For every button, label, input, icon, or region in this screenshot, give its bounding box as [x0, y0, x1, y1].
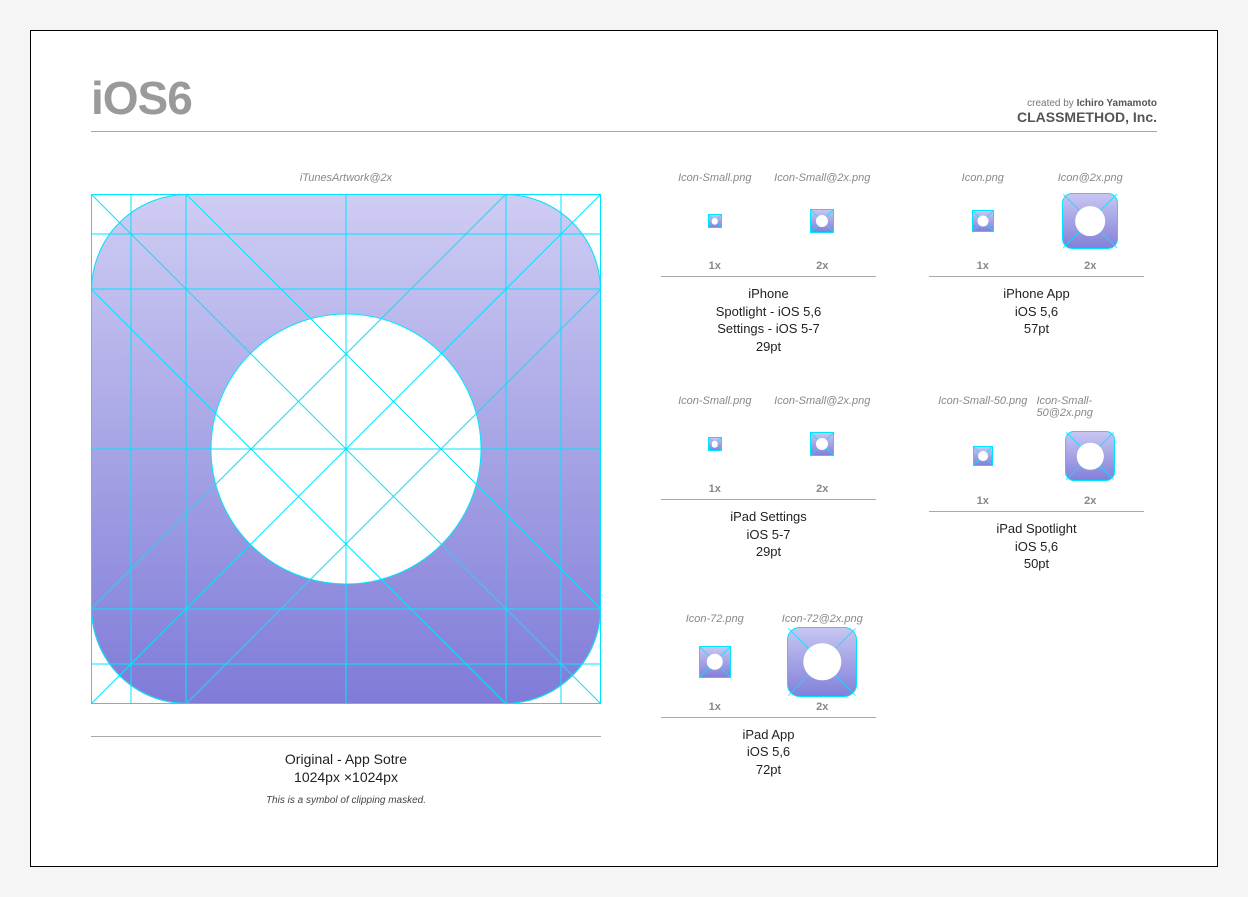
- app-icon: [810, 209, 834, 233]
- credit-prefix: created by: [1027, 98, 1074, 109]
- credit-block: created by Ichiro Yamamoto CLASSMETHOD, …: [1017, 98, 1157, 125]
- filenames-row: Icon-Small.png Icon-Small@2x.png: [661, 172, 876, 184]
- divider: [661, 717, 876, 718]
- main-caption-line2: 1024px ×1024px: [91, 769, 601, 785]
- main-caption-note: This is a symbol of clipping masked.: [91, 795, 601, 806]
- filename-label: Icon-72@2x.png: [782, 613, 863, 625]
- filename-label: Icon-Small@2x.png: [774, 172, 870, 184]
- filename-label: Icon@2x.png: [1058, 172, 1123, 184]
- app-icon: [787, 627, 857, 697]
- icons-row: 1x 2x: [661, 629, 876, 713]
- app-icon: [708, 214, 722, 228]
- main-caption-line1: Original - App Sotre: [91, 751, 601, 767]
- filename-label: Icon-Small.png: [678, 172, 751, 184]
- scale-label: 2x: [816, 701, 828, 713]
- scale-label: 1x: [709, 483, 721, 495]
- app-icon: [1065, 431, 1115, 481]
- scale-label: 2x: [1084, 495, 1096, 507]
- filename-label: Icon-Small-50.png: [938, 395, 1027, 407]
- scale-label: 1x: [709, 701, 721, 713]
- icon-group-iphone-spotlight: Icon-Small.png Icon-Small@2x.png 1x 2x iPhon…: [661, 172, 876, 355]
- header: iOS6 created by Ichiro Yamamoto CLASSMET…: [91, 71, 1157, 132]
- icons-row: 1x 2x: [661, 411, 876, 495]
- main-icon: [91, 194, 601, 704]
- content: iTunesArtwork@2x: [91, 172, 1157, 806]
- scale-label: 1x: [977, 495, 989, 507]
- icon-group-ipad-settings: Icon-Small.png Icon-Small@2x.png 1x 2x iPad …: [661, 395, 876, 573]
- divider: [91, 736, 601, 737]
- filename-label: Icon-72.png: [686, 613, 744, 625]
- scale-label: 2x: [816, 260, 828, 272]
- sheet: iOS6 created by Ichiro Yamamoto CLASSMET…: [30, 30, 1218, 867]
- app-icon: [708, 437, 722, 451]
- divider: [929, 511, 1144, 512]
- filename-label: Icon.png: [962, 172, 1004, 184]
- group-description: iPhoneSpotlight - iOS 5,6Settings - iOS …: [661, 285, 876, 355]
- filenames-row: Icon.png Icon@2x.png: [929, 172, 1144, 184]
- icon-groups-grid: Icon-Small.png Icon-Small@2x.png 1x 2x iPhon…: [661, 172, 1157, 806]
- app-icon: [810, 432, 834, 456]
- filenames-row: Icon-72.png Icon-72@2x.png: [661, 613, 876, 625]
- app-icon: [699, 646, 731, 678]
- filename-label: Icon-Small.png: [678, 395, 751, 407]
- main-caption: Original - App Sotre 1024px ×1024px This…: [91, 722, 601, 806]
- app-icon: [972, 210, 994, 232]
- icon-group-iphone-app: Icon.png Icon@2x.png 1x 2x iPhone AppiOS 5,6…: [929, 172, 1144, 355]
- app-icon: [1062, 193, 1118, 249]
- icons-row: 1x 2x: [929, 188, 1144, 272]
- filenames-row: Icon-Small.png Icon-Small@2x.png: [661, 395, 876, 407]
- main-filename-label: iTunesArtwork@2x: [300, 172, 392, 184]
- group-description: iPad AppiOS 5,672pt: [661, 726, 876, 779]
- filename-label: Icon-Small-50@2x.png: [1037, 395, 1145, 419]
- icon-group-ipad-app: Icon-72.png Icon-72@2x.png 1x 2x iPad AppiOS…: [661, 613, 876, 779]
- group-description: iPhone AppiOS 5,657pt: [929, 285, 1144, 338]
- credit-author: Ichiro Yamamoto: [1077, 98, 1157, 109]
- divider: [929, 276, 1144, 277]
- scale-label: 1x: [709, 260, 721, 272]
- scale-label: 2x: [816, 483, 828, 495]
- icons-row: 1x 2x: [929, 423, 1144, 507]
- group-description: iPad SettingsiOS 5-729pt: [661, 508, 876, 561]
- divider: [661, 276, 876, 277]
- icons-row: 1x 2x: [661, 188, 876, 272]
- scale-label: 1x: [977, 260, 989, 272]
- page-title: iOS6: [91, 71, 192, 125]
- credit-company: CLASSMETHOD, Inc.: [1017, 109, 1157, 125]
- group-description: iPad SpotlightiOS 5,650pt: [929, 520, 1144, 573]
- main-icon-svg: [91, 194, 601, 704]
- filenames-row: Icon-Small-50.png Icon-Small-50@2x.png: [929, 395, 1144, 419]
- main-icon-column: iTunesArtwork@2x: [91, 172, 601, 806]
- divider: [661, 499, 876, 500]
- filename-label: Icon-Small@2x.png: [774, 395, 870, 407]
- icon-group-ipad-spotlight: Icon-Small-50.png Icon-Small-50@2x.png 1x 2…: [929, 395, 1144, 573]
- app-icon: [973, 446, 993, 466]
- scale-label: 2x: [1084, 260, 1096, 272]
